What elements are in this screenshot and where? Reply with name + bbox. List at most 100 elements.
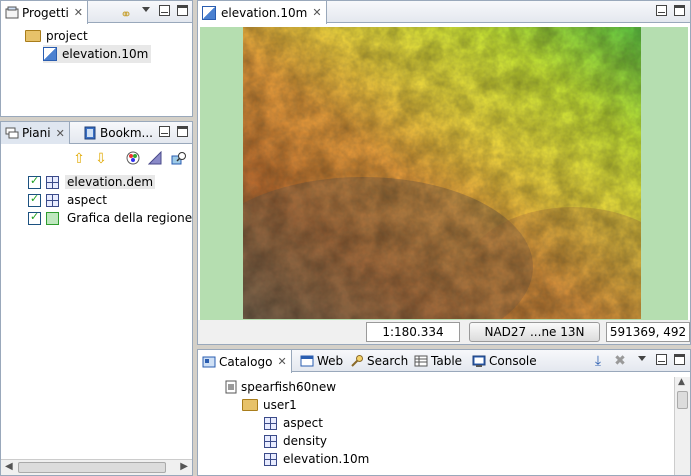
horizontal-scrollbar[interactable]: ◀ ▶ (1, 459, 192, 475)
maximize-icon[interactable] (674, 5, 685, 16)
zoom-layer-icon[interactable] (171, 151, 187, 167)
layer-checkbox[interactable] (28, 210, 41, 225)
vector-layer-icon (46, 211, 59, 225)
tab-piani[interactable]: Piani ✕ (1, 122, 70, 144)
tab-catalogo-label: Catalogo (219, 354, 273, 369)
minimize-icon[interactable] (159, 126, 170, 137)
tab-table[interactable]: Table (410, 350, 466, 372)
catalog-item-label: density (283, 434, 327, 448)
layer-label: elevation.dem (65, 175, 156, 189)
catalog-item-mapset[interactable]: user1 (242, 396, 297, 414)
catalog-item-raster[interactable]: elevation.10m (264, 450, 369, 468)
raster-layer-icon (264, 452, 277, 466)
raster-layer-icon (264, 434, 277, 448)
tab-bookmarks-label: Bookm... (100, 126, 153, 140)
tab-web[interactable]: Web (296, 350, 347, 372)
view-menu-icon[interactable] (142, 7, 150, 12)
move-up-icon[interactable]: ⇧ (71, 151, 87, 167)
coordinates-field: 591369, 492 (606, 322, 690, 342)
raster-layer-icon (46, 193, 59, 207)
view-menu-icon[interactable] (638, 356, 646, 361)
map-icon (202, 5, 216, 20)
maximize-icon[interactable] (674, 354, 685, 365)
delete-icon[interactable]: ✖ (612, 353, 628, 369)
scroll-right-icon[interactable]: ▶ (180, 461, 188, 472)
scroll-up-icon[interactable]: ▲ (678, 377, 685, 387)
catalog-item-raster[interactable]: density (264, 432, 327, 450)
scrollbar-thumb[interactable] (677, 391, 688, 409)
tab-search-label: Search (367, 354, 409, 368)
import-icon[interactable]: ⤓ (590, 353, 606, 369)
scroll-left-icon[interactable]: ◀ (5, 461, 13, 472)
close-icon[interactable]: ✕ (312, 6, 321, 19)
layer-checkbox[interactable] (28, 174, 41, 189)
catalog-item-label: user1 (263, 398, 297, 412)
style-icon[interactable] (125, 151, 141, 167)
tab-progetti[interactable]: Progetti ✕ (1, 1, 88, 24)
raster-layer-icon (264, 416, 277, 430)
table-icon (414, 354, 428, 368)
tree-item-label: elevation.10m (62, 47, 149, 61)
close-icon[interactable]: ✕ (277, 355, 286, 368)
tree-item-map[interactable]: elevation.10m (43, 45, 152, 63)
catalog-item-raster[interactable]: aspect (264, 414, 323, 432)
minimize-icon[interactable] (656, 354, 667, 365)
tree-item-project[interactable]: project (25, 27, 88, 45)
catalog-item-label: elevation.10m (283, 452, 370, 466)
map-canvas[interactable] (200, 27, 688, 320)
map-icon (43, 47, 57, 61)
layers-tabbar: Piani ✕ Bookm... (1, 122, 192, 144)
map-editor: elevation.10m ✕ 1:180.334 NAD27 ...ne 13… (197, 0, 691, 345)
console-icon (472, 354, 486, 368)
catalog-item-label: aspect (283, 416, 323, 430)
maximize-icon[interactable] (177, 5, 188, 16)
tab-web-label: Web (317, 354, 344, 368)
elevation-raster (243, 27, 641, 319)
projects-icon (5, 6, 19, 20)
maximize-icon[interactable] (177, 126, 188, 137)
tab-console[interactable]: Console (468, 350, 541, 372)
tab-console-label: Console (489, 354, 537, 368)
tab-table-label: Table (431, 354, 463, 368)
close-icon[interactable]: ✕ (74, 6, 83, 19)
tab-catalogo[interactable]: Catalogo ✕ (198, 350, 292, 373)
close-icon[interactable]: ✕ (56, 127, 65, 140)
bookmark-icon (83, 126, 97, 140)
scale-field[interactable]: 1:180.334 (366, 322, 460, 342)
layer-label: aspect (67, 193, 107, 207)
move-down-icon[interactable]: ⇩ (93, 151, 109, 167)
link-icon[interactable]: ⚭ (118, 7, 134, 23)
grid-icon[interactable] (147, 150, 163, 167)
layers-icon (5, 126, 19, 140)
catalog-tabbar: Catalogo ✕ Web Search Table Console ⤓ ✖ (198, 350, 690, 373)
database-icon (224, 380, 238, 394)
minimize-icon[interactable] (656, 5, 667, 16)
layer-row-aspect[interactable]: aspect (28, 191, 109, 209)
layer-row-region-graphics[interactable]: Grafica della regione att (28, 209, 193, 227)
tab-bookmarks[interactable]: Bookm... (79, 122, 157, 144)
editor-tab-label: elevation.10m (221, 5, 308, 20)
layer-label: Grafica della regione att (67, 211, 193, 225)
tab-search[interactable]: Search (346, 350, 412, 372)
layer-row-elevation-dem[interactable]: elevation.dem (28, 173, 156, 191)
catalog-item-location[interactable]: spearfish60new (224, 378, 336, 396)
editor-tabbar: elevation.10m ✕ (198, 1, 690, 24)
layer-checkbox[interactable] (28, 192, 41, 207)
tab-piani-label: Piani (22, 126, 51, 140)
search-icon (350, 354, 364, 368)
catalog-icon (202, 355, 216, 369)
vertical-scrollbar[interactable]: ▲ (674, 377, 690, 475)
project-folder-icon (25, 30, 41, 42)
crs-button[interactable]: NAD27 ...ne 13N (469, 322, 600, 342)
tree-item-label: project (46, 29, 88, 43)
raster-layer-icon (46, 175, 59, 189)
folder-icon (242, 399, 258, 411)
web-icon (300, 354, 314, 368)
tab-map-elevation[interactable]: elevation.10m ✕ (198, 1, 327, 24)
catalog-panel: Catalogo ✕ Web Search Table Console ⤓ ✖ … (197, 349, 691, 476)
scrollbar-thumb[interactable] (18, 462, 166, 473)
layers-panel: Piani ✕ Bookm... ⇧ ⇩ elevation.dem aspec… (0, 121, 193, 476)
projects-tabbar: Progetti ✕ ⚭ (1, 1, 192, 24)
catalog-item-label: spearfish60new (241, 380, 337, 394)
minimize-icon[interactable] (159, 5, 170, 16)
